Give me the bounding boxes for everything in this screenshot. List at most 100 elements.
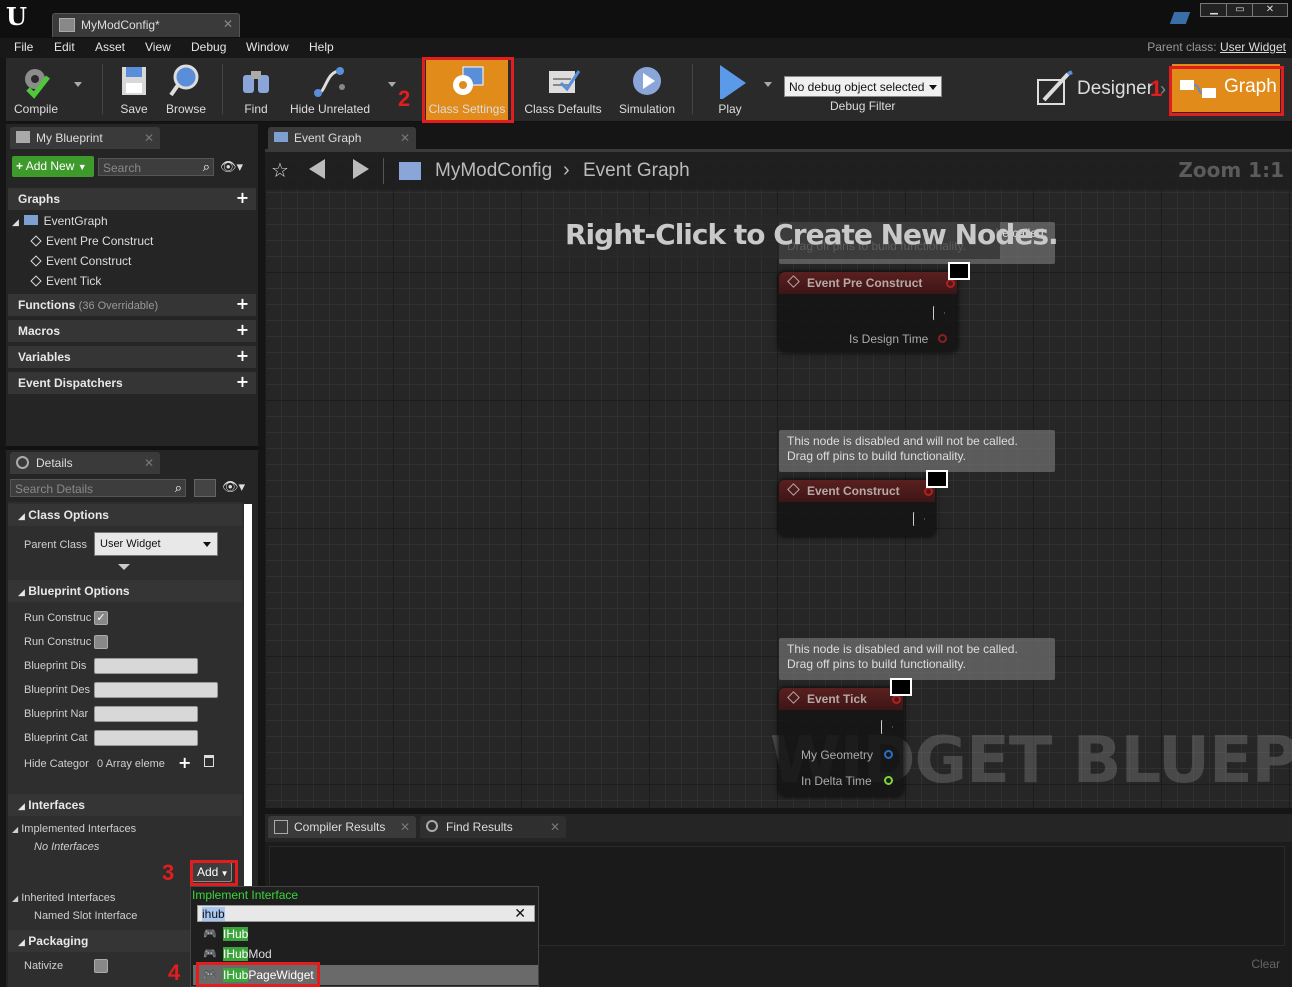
forward-arrow-icon[interactable]	[353, 159, 369, 179]
close-tab-icon[interactable]: ✕	[400, 820, 410, 834]
blueprint-options-header[interactable]: ◢ Blueprint Options	[8, 580, 242, 602]
document-tab[interactable]: MyModConfig* ✕	[52, 13, 240, 37]
menu-help[interactable]: Help	[309, 40, 334, 54]
run-construction-checkbox[interactable]: ✓	[94, 611, 108, 625]
close-tab-icon[interactable]: ✕	[550, 820, 560, 834]
add-variable-icon[interactable]: +	[235, 348, 250, 364]
event-pre-construct-node[interactable]: Event Pre Construct Is Design Time	[779, 272, 957, 352]
learn-icon[interactable]	[1169, 12, 1191, 24]
menu-asset[interactable]: Asset	[95, 40, 125, 54]
maximize-button[interactable]: ▭	[1226, 3, 1254, 17]
hide-unrelated-dropdown-icon[interactable]	[388, 82, 396, 87]
menu-edit[interactable]: Edit	[54, 40, 75, 54]
tree-item-event-pre-construct[interactable]: Event Pre Construct	[30, 234, 153, 248]
expand-advanced-icon[interactable]	[118, 564, 130, 570]
add-macro-icon[interactable]: +	[235, 322, 250, 338]
blueprint-namespace-field[interactable]	[94, 706, 198, 722]
macros-section-header[interactable]: Macros +	[8, 320, 256, 342]
menu-debug[interactable]: Debug	[191, 40, 226, 54]
interface-option-ihubmod[interactable]: 🎮 IHubMod	[197, 945, 535, 963]
compiler-results-icon	[274, 820, 288, 834]
run-construction-2-checkbox[interactable]	[94, 635, 108, 649]
trash-icon[interactable]	[204, 755, 214, 767]
save-button[interactable]: Save	[110, 58, 158, 120]
delegate-pin[interactable]	[892, 695, 901, 704]
minimize-button[interactable]: ▁	[1200, 3, 1228, 17]
play-dropdown-icon[interactable]	[764, 82, 772, 87]
event-construct-node[interactable]: Event Construct	[779, 480, 935, 536]
browse-button[interactable]: Browse	[160, 58, 212, 120]
blueprint-display-name-field[interactable]	[94, 658, 198, 674]
add-function-icon[interactable]: +	[235, 296, 250, 312]
exec-pin-icon[interactable]	[913, 512, 925, 526]
tree-item-eventgraph[interactable]: ◢ EventGraph	[12, 214, 108, 228]
close-window-button[interactable]: ✕	[1252, 3, 1288, 17]
interface-search-input[interactable]: ihub ✕	[197, 905, 535, 922]
blueprint-description-label: Blueprint Des	[24, 684, 91, 696]
functions-section-header[interactable]: Functions (36 Overridable) +	[8, 294, 256, 316]
eye-view-options-icon[interactable]: 👁▾	[222, 479, 245, 495]
close-tab-icon[interactable]: ✕	[400, 131, 410, 145]
close-tab-icon[interactable]: ✕	[144, 131, 154, 145]
add-new-button[interactable]: + Add New ▼	[12, 156, 94, 177]
event-graph-tab[interactable]: Event Graph ✕	[268, 127, 416, 149]
event-dispatchers-section-header[interactable]: Event Dispatchers +	[8, 372, 256, 394]
back-arrow-icon[interactable]	[309, 159, 325, 179]
eye-view-options-icon[interactable]: 👁▾	[220, 159, 243, 175]
property-matrix-icon[interactable]	[194, 479, 216, 497]
close-tab-icon[interactable]: ✕	[223, 17, 233, 31]
struct-output-pin[interactable]	[884, 750, 893, 759]
nativize-checkbox[interactable]	[94, 959, 108, 973]
class-defaults-button[interactable]: Class Defaults	[518, 58, 608, 120]
delegate-pin[interactable]	[924, 487, 933, 496]
add-graph-icon[interactable]: +	[235, 190, 250, 206]
separator	[383, 158, 384, 184]
blueprint-description-field[interactable]	[94, 682, 218, 698]
debug-object-select[interactable]: No debug object selected	[784, 76, 942, 97]
menu-file[interactable]: File	[14, 40, 33, 54]
play-button[interactable]: Play	[700, 58, 760, 120]
menu-view[interactable]: View	[145, 40, 171, 54]
compile-button[interactable]: Compile	[6, 58, 66, 120]
designer-mode-button[interactable]: Designer ›	[1034, 70, 1166, 110]
close-tab-icon[interactable]: ✕	[144, 456, 154, 470]
parent-class-select[interactable]: User Widget	[94, 532, 218, 556]
interface-option-ihub[interactable]: 🎮 IHub	[197, 925, 535, 943]
favorite-star-icon[interactable]: ☆	[271, 158, 289, 183]
compiler-results-tab[interactable]: Compiler Results ✕	[268, 816, 416, 838]
interfaces-header[interactable]: ◢ Interfaces	[8, 794, 242, 816]
my-blueprint-search-input[interactable]: Search ⌕	[98, 158, 214, 176]
exec-pin-icon[interactable]	[881, 720, 893, 734]
tree-item-event-construct[interactable]: Event Construct	[30, 254, 131, 268]
compile-dropdown-icon[interactable]	[74, 82, 82, 87]
delegate-pin[interactable]	[946, 279, 955, 288]
add-dispatcher-icon[interactable]: +	[235, 374, 250, 390]
hide-unrelated-button[interactable]: Hide Unrelated	[284, 58, 376, 120]
class-options-header[interactable]: ◢ Class Options	[8, 504, 242, 526]
match-highlight: IHub	[223, 927, 249, 941]
blueprint-options-label: Blueprint Options	[28, 584, 130, 598]
clear-button[interactable]: Clear	[1251, 957, 1280, 971]
details-scrollbar[interactable]	[244, 504, 252, 904]
float-output-pin[interactable]	[884, 776, 893, 785]
menu-window[interactable]: Window	[246, 40, 289, 54]
my-blueprint-tab[interactable]: My Blueprint ✕	[10, 127, 160, 149]
simulation-button[interactable]: Simulation	[612, 58, 682, 120]
clear-search-icon[interactable]: ✕	[514, 905, 526, 922]
event-tick-node[interactable]: Event Tick My Geometry In Delta Time	[779, 688, 903, 796]
details-search-input[interactable]: Search Details ⌕	[10, 479, 186, 497]
add-element-icon[interactable]: +	[178, 753, 191, 772]
blueprint-category-field[interactable]	[94, 730, 198, 746]
variables-section-header[interactable]: Variables +	[8, 346, 256, 368]
breadcrumb-root[interactable]: MyModConfig	[435, 160, 552, 182]
run-construction-2-label: Run Construc	[24, 636, 92, 648]
parent-class-link[interactable]: User Widget	[1220, 40, 1286, 54]
tree-item-event-tick[interactable]: Event Tick	[30, 274, 101, 288]
bool-output-pin[interactable]	[938, 334, 947, 343]
panel-splitter[interactable]	[6, 446, 258, 450]
graphs-section-header[interactable]: Graphs +	[8, 188, 256, 210]
find-results-tab[interactable]: Find Results ✕	[420, 816, 566, 838]
details-tab[interactable]: Details ✕	[10, 452, 160, 474]
find-button[interactable]: Find	[230, 58, 282, 120]
magnifier-icon	[169, 64, 199, 97]
